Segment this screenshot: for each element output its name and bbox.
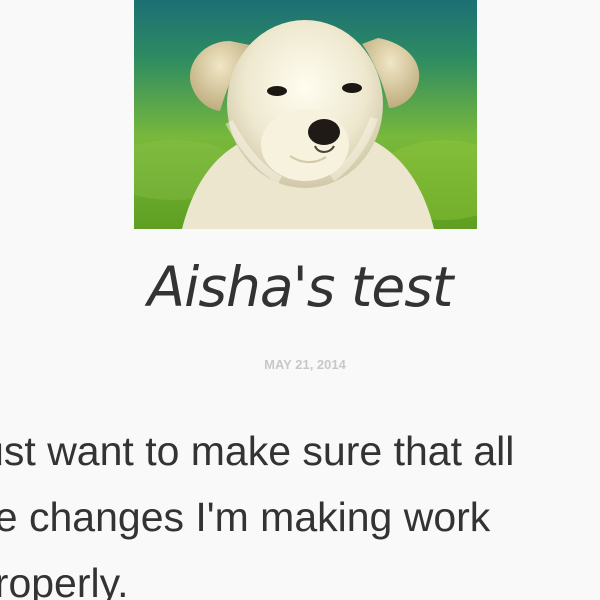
post-date: MAY 21, 2014 [264,357,346,372]
post-title: Aisha's test [147,255,453,319]
puppy-photo-art [134,0,477,229]
post-body-line: he changes I'm making work [0,494,491,540]
puppy-photo [134,0,477,229]
post-body-line: just want to make sure that all [0,428,515,474]
blog-post-page: Aisha's test MAY 21, 2014 just want to m… [0,0,600,600]
post-body-line: properly. [0,560,129,600]
post-body: just want to make sure that all he chang… [0,418,600,600]
